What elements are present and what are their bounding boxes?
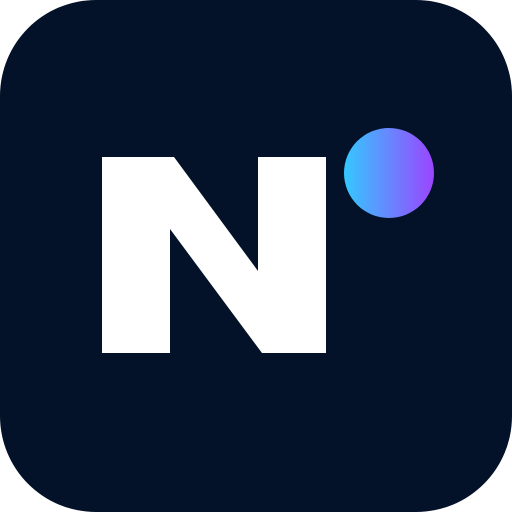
app-icon-artwork [102, 128, 434, 353]
gradient-dot-icon [344, 128, 434, 218]
letter-n-logo-icon [102, 157, 326, 353]
app-icon[interactable] [0, 0, 512, 512]
